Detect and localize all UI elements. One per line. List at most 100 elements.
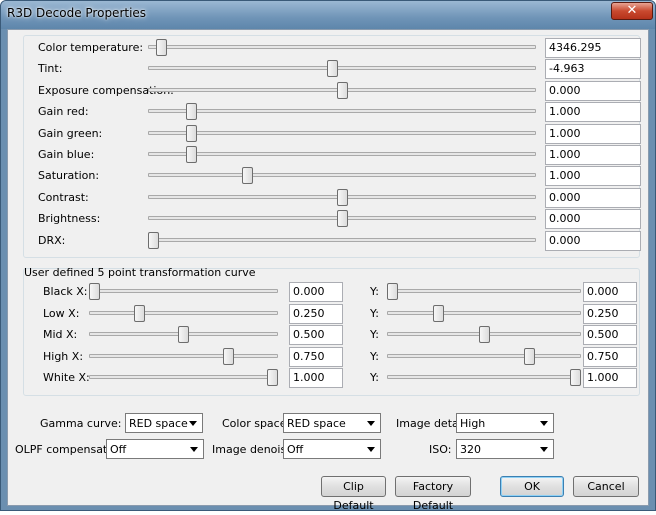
drx-value-field[interactable]: 0.000	[545, 230, 641, 251]
black-x-slider-track[interactable]	[89, 289, 278, 293]
gain-red-label: Gain red:	[38, 105, 89, 119]
gain-green-label: Gain green:	[38, 126, 103, 140]
window-title: R3D Decode Properties	[7, 6, 147, 20]
chevron-down-icon	[189, 421, 197, 426]
low-x-y-slider-thumb[interactable]	[432, 304, 444, 322]
image-denoise-value: Off	[287, 443, 304, 456]
black-x-y-slider-track[interactable]	[387, 289, 581, 293]
mid-x-slider-thumb[interactable]	[178, 326, 189, 343]
exposure-compensation-slider-thumb[interactable]	[336, 81, 348, 99]
saturation-label: Saturation:	[38, 169, 100, 183]
white-x-label: White X:	[43, 371, 90, 384]
low-x-slider-track[interactable]	[89, 310, 278, 315]
chevron-down-icon	[367, 447, 375, 452]
white-x-value-field[interactable]: 1.000	[289, 368, 343, 388]
high-x-slider-thumb[interactable]	[222, 347, 234, 365]
title-bar[interactable]: R3D Decode Properties ✕	[1, 1, 655, 29]
black-x-y-slider-thumb[interactable]	[387, 283, 398, 300]
dialog-window: R3D Decode Properties ✕ Color temperatur…	[0, 0, 656, 512]
mid-x-label: Mid X:	[43, 328, 78, 341]
color-temperature-label: Color temperature:	[38, 41, 144, 54]
gain-green-slider-track[interactable]	[148, 130, 536, 135]
color-temperature-slider-track[interactable]	[148, 45, 536, 49]
olpf-compensation-select[interactable]: Off	[106, 439, 204, 459]
factory-default-button[interactable]: Factory Default	[395, 476, 471, 512]
white-x-y-label: Y:	[370, 371, 379, 384]
mid-x-value-field[interactable]: 0.500	[289, 325, 343, 345]
low-x-y-slider-track[interactable]	[387, 310, 581, 315]
chevron-down-icon	[540, 421, 548, 426]
gain-blue-slider-track[interactable]	[148, 152, 536, 156]
gain-red-value-field[interactable]: 1.000	[545, 102, 641, 123]
low-x-y-value-field[interactable]: 0.250	[583, 303, 637, 324]
black-x-value-field[interactable]: 0.000	[289, 282, 343, 302]
tint-label: Tint:	[38, 62, 63, 76]
color-temperature-slider-thumb[interactable]	[155, 39, 167, 56]
low-x-y-label: Y:	[370, 306, 379, 320]
brightness-label: Brightness:	[38, 212, 101, 226]
cancel-button[interactable]: Cancel	[573, 476, 639, 497]
high-x-y-slider-thumb[interactable]	[524, 347, 536, 365]
contrast-label: Contrast:	[38, 190, 89, 204]
white-x-y-value-field[interactable]: 1.000	[583, 368, 637, 388]
gain-green-value-field[interactable]: 1.000	[545, 123, 641, 144]
saturation-value-field[interactable]: 1.000	[545, 166, 641, 187]
low-x-label: Low X:	[43, 306, 80, 320]
black-x-slider-thumb[interactable]	[89, 283, 100, 300]
gain-red-slider-track[interactable]	[148, 109, 536, 114]
olpf-compensation-value: Off	[110, 443, 127, 456]
brightness-value-field[interactable]: 0.000	[545, 209, 641, 230]
white-x-slider-thumb[interactable]	[267, 369, 278, 386]
dialog-client-area: Color temperature: 4346.295 Tint: -4.963 Exp…	[7, 29, 649, 512]
gain-blue-slider-thumb[interactable]	[185, 146, 197, 163]
saturation-slider-track[interactable]	[148, 173, 536, 178]
drx-slider-thumb[interactable]	[148, 231, 159, 249]
color-space-select[interactable]: RED space	[283, 413, 381, 433]
white-x-slider-track[interactable]	[89, 375, 278, 379]
saturation-slider-thumb[interactable]	[242, 167, 254, 185]
mid-x-y-value-field[interactable]: 0.500	[583, 325, 637, 345]
tint-slider-track[interactable]	[148, 66, 536, 71]
white-x-y-slider-thumb[interactable]	[570, 369, 581, 386]
black-x-y-value-field[interactable]: 0.000	[583, 282, 637, 302]
image-denoise-select[interactable]: Off	[283, 439, 381, 459]
gain-blue-value-field[interactable]: 1.000	[545, 145, 641, 165]
close-icon: ✕	[626, 3, 638, 18]
tint-value-field[interactable]: -4.963	[545, 59, 641, 80]
iso-label: ISO:	[429, 443, 452, 456]
gamma-curve-label: Gamma curve:	[40, 417, 122, 430]
brightness-slider-thumb[interactable]	[336, 210, 348, 228]
mid-x-y-slider-thumb[interactable]	[478, 326, 490, 343]
gain-red-slider-thumb[interactable]	[185, 103, 197, 121]
ok-button[interactable]: OK	[500, 476, 564, 497]
image-detail-value: High	[460, 417, 486, 430]
high-x-value-field[interactable]: 0.750	[289, 346, 343, 367]
high-x-slider-track[interactable]	[89, 353, 278, 358]
high-x-y-label: Y:	[370, 349, 379, 363]
gain-green-slider-thumb[interactable]	[185, 124, 197, 142]
gain-blue-label: Gain blue:	[38, 148, 95, 161]
gamma-curve-value: RED space	[129, 417, 188, 430]
tint-slider-thumb[interactable]	[327, 60, 339, 78]
low-x-value-field[interactable]: 0.250	[289, 303, 343, 324]
contrast-value-field[interactable]: 0.000	[545, 187, 641, 208]
white-x-y-slider-track[interactable]	[387, 375, 581, 379]
high-x-y-value-field[interactable]: 0.750	[583, 346, 637, 367]
color-temperature-value-field[interactable]: 4346.295	[545, 38, 641, 58]
contrast-slider-thumb[interactable]	[336, 188, 348, 206]
exposure-compensation-value-field[interactable]: 0.000	[545, 80, 641, 101]
gamma-curve-select[interactable]: RED space	[125, 413, 203, 433]
black-x-label: Black X:	[43, 285, 88, 298]
image-detail-select[interactable]: High	[456, 413, 554, 433]
close-button[interactable]: ✕	[611, 2, 653, 20]
drx-label: DRX:	[38, 233, 66, 247]
drx-slider-track[interactable]	[148, 237, 536, 242]
color-space-value: RED space	[287, 417, 346, 430]
curve-group-label: User defined 5 point transformation curv…	[24, 266, 256, 279]
low-x-slider-thumb[interactable]	[133, 304, 145, 322]
clip-default-button[interactable]: Clip Default	[321, 476, 386, 512]
chevron-down-icon	[540, 447, 548, 452]
high-x-y-slider-track[interactable]	[387, 353, 581, 358]
chevron-down-icon	[367, 421, 375, 426]
iso-select[interactable]: 320	[456, 439, 554, 459]
